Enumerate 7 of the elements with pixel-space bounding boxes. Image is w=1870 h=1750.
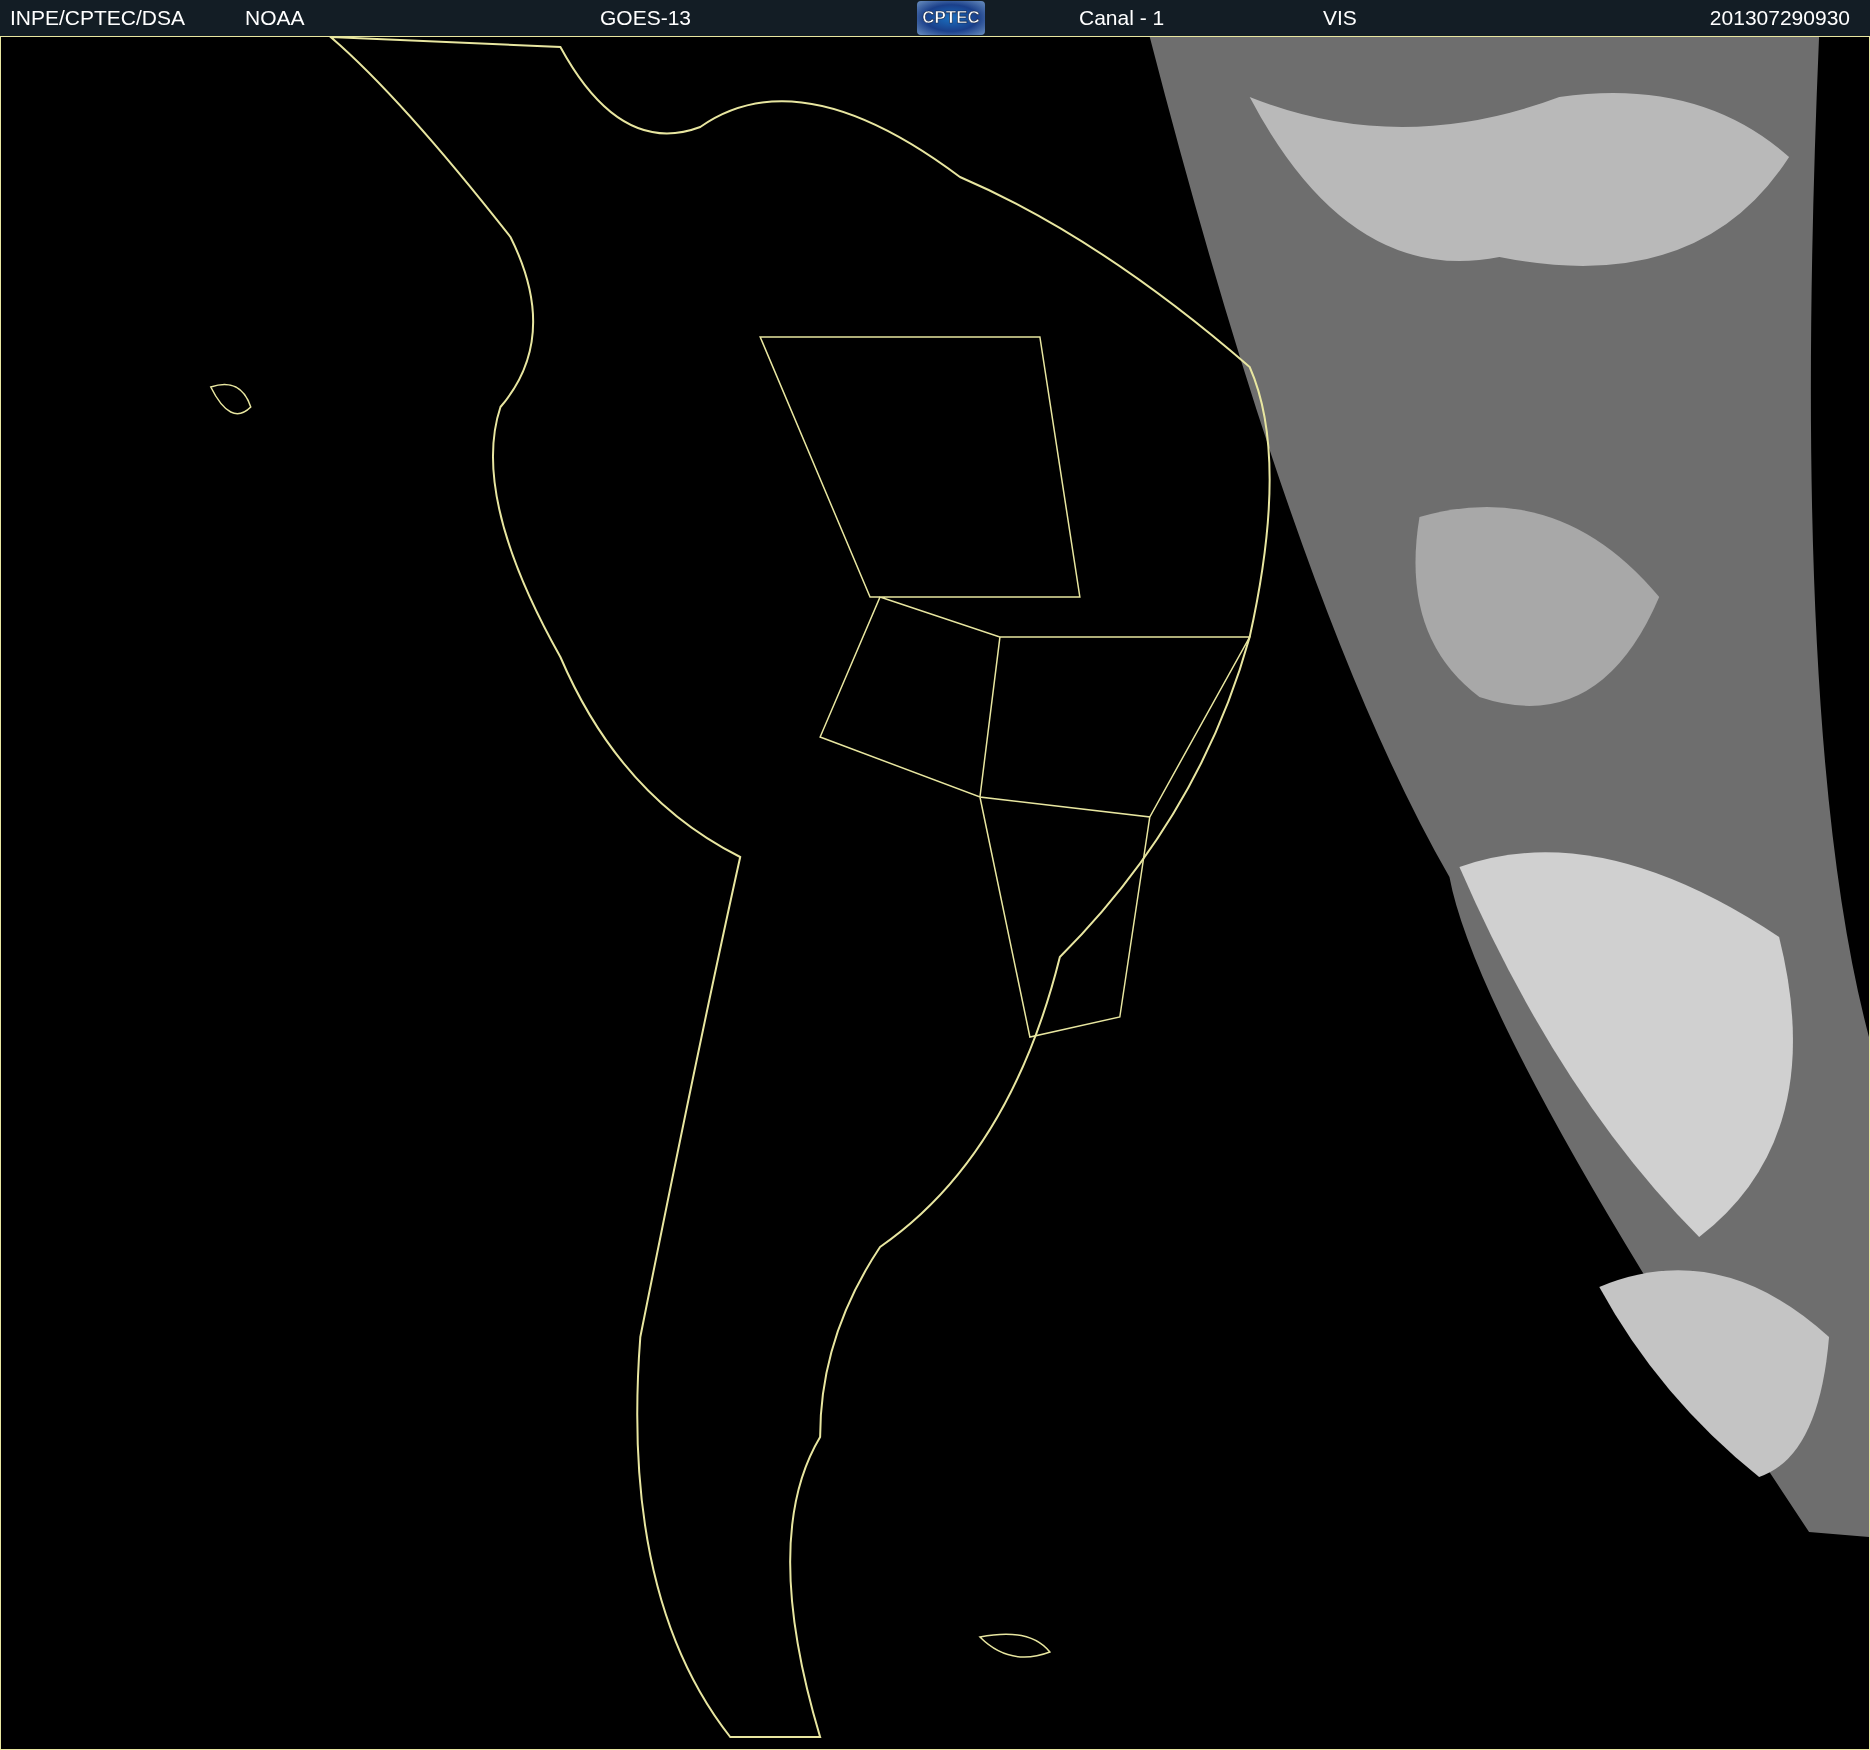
timestamp-label: 201307290930 xyxy=(1709,6,1850,30)
band-label: VIS xyxy=(1323,6,1357,30)
channel-label: Canal - 1 xyxy=(1079,6,1165,30)
source-label: INPE/CPTEC/DSA xyxy=(10,6,186,30)
satellite-label: GOES-13 xyxy=(600,6,692,30)
logo: CPTEC xyxy=(917,1,985,35)
agency-label: NOAA xyxy=(245,6,305,30)
